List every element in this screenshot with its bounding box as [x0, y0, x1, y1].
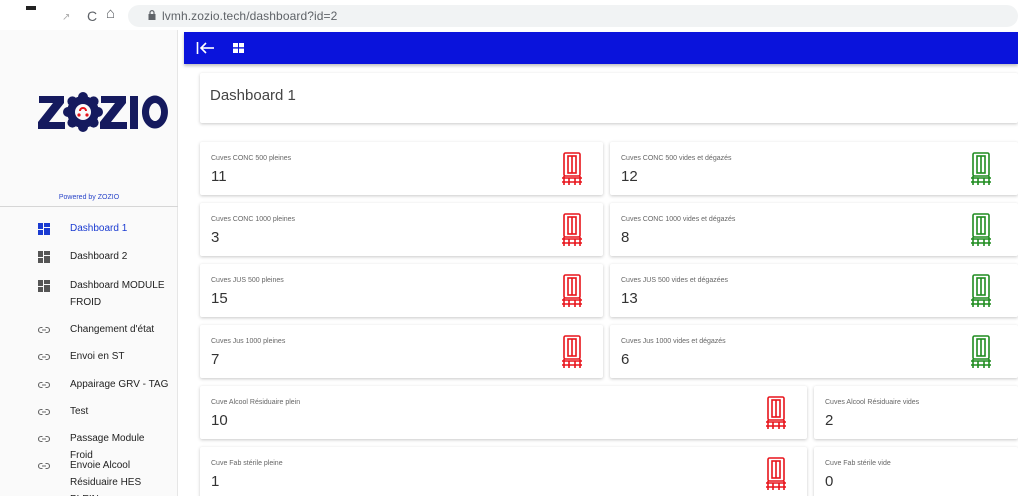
stat-card-value: 7 [211, 351, 220, 368]
stat-card-label: Cuves Alcool Résiduaire vides [825, 399, 920, 406]
back-icon[interactable]: ↗ [62, 10, 70, 26]
stat-card-value: 6 [621, 351, 630, 368]
stat-card: Cuves JUS 500 vides et dégazées 13 [610, 264, 1018, 317]
stat-card-value: 12 [621, 168, 638, 185]
link-icon [38, 326, 50, 334]
tank-icon [971, 335, 991, 368]
stat-card-label: Cuves Jus 1000 pleines [211, 338, 286, 345]
collapse-left-icon[interactable] [196, 39, 216, 57]
lock-icon [148, 10, 156, 20]
stat-card-value: 15 [211, 290, 228, 307]
stat-card: Cuves Jus 1000 vides et dégazés 6 [610, 325, 1018, 378]
sidebar-item[interactable]: Test [0, 403, 178, 424]
tank-icon [562, 274, 582, 307]
reload-icon[interactable]: C [87, 8, 97, 24]
link-icon [38, 353, 50, 361]
browser-toolbar: ↗ C ⌂ lvmh.zozio.tech/dashboard?id=2 [0, 0, 1018, 30]
grid-icon[interactable] [233, 43, 244, 53]
stat-card-value: 11 [211, 168, 227, 185]
tank-icon [766, 396, 786, 429]
stat-card: Cuves Jus 1000 pleines 7 [200, 325, 603, 378]
dashboard-title-card: Dashboard 1 [200, 73, 1018, 123]
stat-card-label: Cuves JUS 500 pleines [211, 277, 284, 284]
tank-icon [971, 274, 991, 307]
zozio-logo [38, 92, 168, 132]
stat-card-label: Cuves JUS 500 vides et dégazées [621, 277, 729, 284]
sidebar-item-label: Dashboard 2 [70, 251, 128, 262]
stat-card-value: 1 [211, 473, 220, 490]
divider [0, 206, 178, 207]
stat-card: Cuves JUS 500 pleines 15 [200, 264, 603, 317]
stat-card: Cuve Alcool Résiduaire plein 10 [200, 386, 807, 439]
sidebar-item-label: Changement d'état [70, 324, 155, 335]
dashboard-icon [38, 280, 50, 292]
stat-card: Cuve Fab stérile pleine 1 [200, 447, 807, 496]
sidebar-item[interactable]: Passage Module Froid [0, 430, 178, 461]
sidebar-item-label: Dashboard MODULE FROID [70, 280, 165, 308]
stat-card: Cuves CONC 500 pleines 11 [200, 142, 603, 195]
dashboard-icon [38, 223, 50, 235]
sidebar-item[interactable]: Appairage GRV - TAG [0, 376, 178, 397]
tank-icon [766, 457, 786, 490]
stat-card-value: 2 [825, 412, 834, 429]
stat-card-label: Cuves CONC 500 vides et dégazés [621, 155, 732, 162]
sidebar-item-label: Dashboard 1 [70, 223, 128, 234]
stat-card-label: Cuves CONC 1000 vides et dégazés [621, 216, 736, 223]
link-icon [38, 408, 50, 416]
stat-card-label: Cuve Alcool Résiduaire plein [211, 399, 301, 406]
tank-icon [562, 152, 582, 185]
link-icon [38, 381, 50, 389]
sidebar-item-label: Envoie Alcool Résiduaire HES PLEIN [70, 460, 142, 496]
tank-icon [971, 152, 991, 185]
sidebar-item[interactable]: Dashboard MODULE FROID [0, 277, 178, 315]
powered-by-label: Powered by ZOZIO [58, 194, 120, 201]
sidebar-item-label: Test [70, 406, 89, 417]
stat-card-value: 10 [211, 412, 228, 429]
home-icon[interactable]: ⌂ [106, 6, 115, 22]
link-icon [38, 435, 50, 443]
stat-card: Cuve Fab stérile vide 0 [814, 447, 1018, 496]
stat-card-value: 13 [621, 290, 638, 307]
page-title: Dashboard 1 [210, 87, 296, 104]
tank-icon [562, 335, 582, 368]
link-icon [38, 462, 50, 470]
stat-card: Cuves CONC 500 vides et dégazés 12 [610, 142, 1018, 195]
stat-card-label: Cuve Fab stérile vide [825, 460, 891, 467]
stat-card: Cuves CONC 1000 pleines 3 [200, 203, 603, 256]
sidebar-item[interactable]: Changement d'état [0, 321, 178, 342]
url-text[interactable]: lvmh.zozio.tech/dashboard?id=2 [162, 9, 337, 23]
stat-card-value: 0 [825, 473, 834, 490]
sidebar-item-label: Envoi en ST [70, 351, 125, 362]
tank-icon [562, 213, 582, 246]
stat-card-label: Cuves Jus 1000 vides et dégazés [621, 338, 726, 345]
stat-card: Cuves Alcool Résiduaire vides 2 [814, 386, 1018, 439]
sidebar: Powered by ZOZIO Dashboard 1 Dashboard 2 D… [0, 30, 178, 496]
stat-card-label: Cuves CONC 1000 pleines [211, 216, 296, 223]
stat-card: Cuves CONC 1000 vides et dégazés 8 [610, 203, 1018, 256]
stat-card-label: Cuves CONC 500 pleines [211, 155, 292, 162]
sidebar-item[interactable]: Envoie Alcool Résiduaire HES PLEIN [0, 457, 178, 496]
stat-card-label: Cuve Fab stérile pleine [211, 460, 283, 467]
app-bar [184, 32, 1018, 64]
sidebar-item[interactable]: Dashboard 1 [0, 220, 178, 241]
stat-card-value: 8 [621, 229, 630, 246]
sidebar-item[interactable]: Envoi en ST [0, 348, 178, 369]
tab-indicator [26, 6, 36, 10]
tank-icon [971, 213, 991, 246]
sidebar-item[interactable]: Dashboard 2 [0, 248, 178, 269]
stat-card-value: 3 [211, 229, 220, 246]
sidebar-item-label: Appairage GRV - TAG [70, 379, 169, 390]
dashboard-icon [38, 251, 50, 263]
